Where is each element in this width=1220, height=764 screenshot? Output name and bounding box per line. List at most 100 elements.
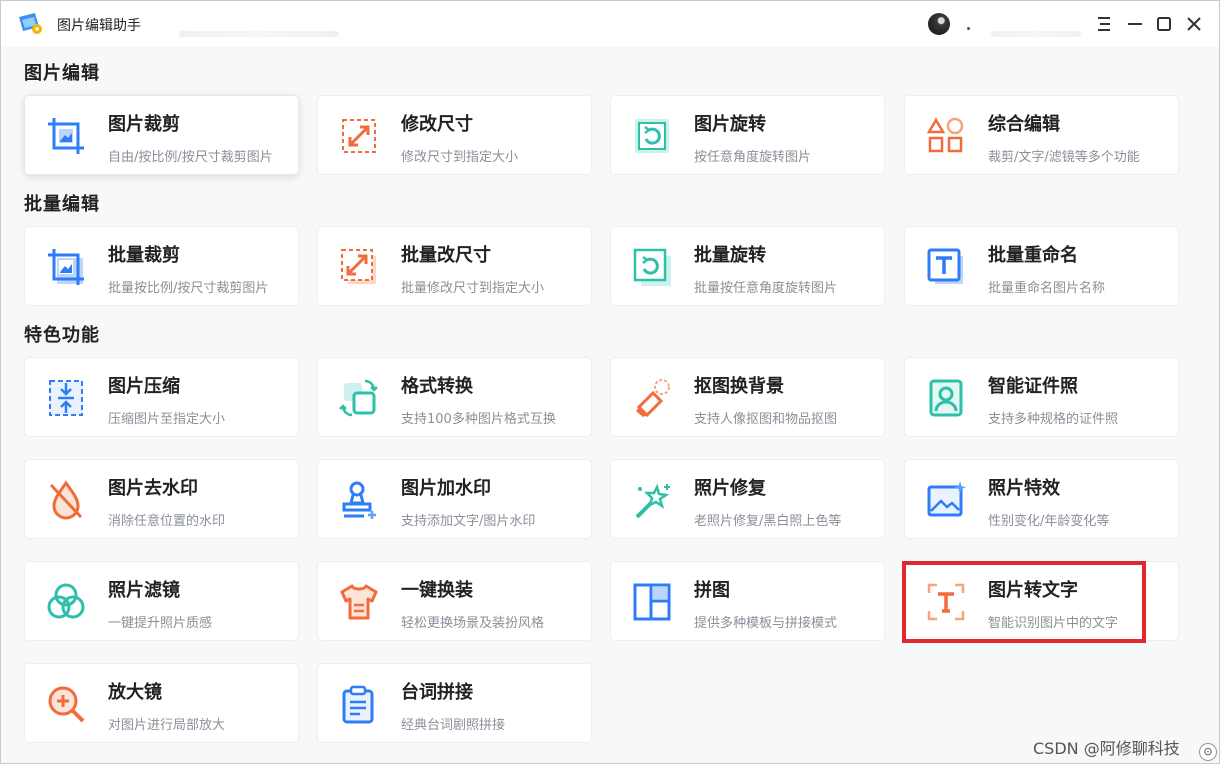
collage-layout-icon [631, 581, 673, 623]
card-desc: 批量修改尺寸到指定大小 [401, 281, 545, 296]
card-desc: 修改尺寸到指定大小 [401, 150, 519, 165]
filter-circles-icon [45, 581, 87, 623]
card-desc: 压缩图片至指定大小 [108, 412, 226, 427]
card-outfit[interactable]: 一键换装 轻松更换场景及装扮风格 [317, 561, 592, 641]
card-title: 图片旋转 [694, 114, 766, 135]
card-resize[interactable]: 修改尺寸 修改尺寸到指定大小 [317, 95, 592, 175]
card-subtitle[interactable]: 台词拼接 经典台词剧照拼接 [317, 663, 592, 743]
card-desc: 支持添加文字/图片水印 [401, 514, 536, 529]
card-crop[interactable]: 图片裁剪 自由/按比例/按尺寸裁剪图片 [24, 95, 299, 175]
card-compress[interactable]: 图片压缩 压缩图片至指定大小 [24, 357, 299, 437]
corner-info-icon: ⊙ [1199, 743, 1217, 761]
card-title: 抠图换背景 [694, 376, 784, 397]
card-title: 格式转换 [401, 376, 473, 397]
card-desc: 经典台词剧照拼接 [401, 718, 506, 733]
card-title: 照片修复 [694, 478, 766, 499]
shapes-icon [925, 115, 967, 157]
section-title-batch: 批量编辑 [24, 194, 100, 215]
card-desc: 批量按比例/按尺寸裁剪图片 [108, 281, 269, 296]
card-title: 拼图 [694, 580, 730, 601]
card-desc: 按任意角度旋转图片 [694, 150, 812, 165]
card-collage[interactable]: 拼图 提供多种模板与拼接模式 [610, 561, 885, 641]
card-title: 批量旋转 [694, 245, 766, 266]
card-desc: 轻松更换场景及装扮风格 [401, 616, 545, 631]
card-cutout[interactable]: 抠图换背景 支持人像抠图和物品抠图 [610, 357, 885, 437]
card-filter[interactable]: 照片滤镜 一键提升照片质感 [24, 561, 299, 641]
card-desc: 自由/按比例/按尺寸裁剪图片 [108, 150, 273, 165]
zoom-in-icon [45, 683, 87, 725]
blurred-text [179, 31, 339, 37]
text-box-icon [925, 246, 967, 288]
card-title: 图片转文字 [988, 580, 1078, 601]
resize-icon [338, 115, 380, 157]
card-title: 综合编辑 [988, 114, 1060, 135]
eraser-icon [631, 377, 673, 419]
card-title: 图片去水印 [108, 478, 198, 499]
card-magnifier[interactable]: 放大镜 对图片进行局部放大 [24, 663, 299, 743]
menu-icon[interactable] [1094, 14, 1114, 34]
close-icon[interactable] [1184, 14, 1204, 34]
card-convert[interactable]: 格式转换 支持100多种图片格式互换 [317, 357, 592, 437]
blurred-username [991, 31, 1081, 37]
card-title: 批量裁剪 [108, 245, 180, 266]
card-title: 图片裁剪 [108, 114, 180, 135]
app-window: 图片编辑助手 图片编辑 图片裁剪 自由/按比例/按尺寸裁剪图片 修改尺寸 修改尺… [0, 0, 1220, 764]
card-desc: 批量按任意角度旋转图片 [694, 281, 838, 296]
card-effects[interactable]: 照片特效 性别变化/年龄变化等 [904, 459, 1179, 539]
app-title: 图片编辑助手 [57, 18, 141, 34]
title-bar: 图片编辑助手 [1, 1, 1219, 47]
card-batch-rename[interactable]: 批量重命名 批量重命名图片名称 [904, 226, 1179, 306]
card-desc: 对图片进行局部放大 [108, 718, 226, 733]
card-title: 一键换装 [401, 580, 473, 601]
water-drop-off-icon [45, 479, 87, 521]
card-title: 批量改尺寸 [401, 245, 491, 266]
tshirt-icon [338, 581, 380, 623]
card-desc: 性别变化/年龄变化等 [988, 514, 1110, 529]
card-title: 照片特效 [988, 478, 1060, 499]
rotate-icon [631, 115, 673, 157]
watermark-text: CSDN @阿修聊科技 [1033, 739, 1180, 758]
batch-resize-icon [338, 246, 380, 288]
section-title-edit: 图片编辑 [24, 63, 100, 84]
card-title: 图片压缩 [108, 376, 180, 397]
text-scan-icon [925, 581, 967, 623]
card-batch-resize[interactable]: 批量改尺寸 批量修改尺寸到指定大小 [317, 226, 592, 306]
card-desc: 批量重命名图片名称 [988, 281, 1106, 296]
id-photo-icon [925, 377, 967, 419]
card-addwatermark[interactable]: 图片加水印 支持添加文字/图片水印 [317, 459, 592, 539]
convert-icon [338, 377, 380, 419]
card-repair[interactable]: 照片修复 老照片修复/黑白照上色等 [610, 459, 885, 539]
minimize-icon[interactable] [1125, 14, 1145, 34]
card-desc: 支持人像抠图和物品抠图 [694, 412, 838, 427]
card-desc: 裁剪/文字/滤镜等多个功能 [988, 150, 1140, 165]
card-idphoto[interactable]: 智能证件照 支持多种规格的证件照 [904, 357, 1179, 437]
stamp-icon [338, 479, 380, 521]
card-combo[interactable]: 综合编辑 裁剪/文字/滤镜等多个功能 [904, 95, 1179, 175]
batch-crop-icon [45, 246, 87, 288]
card-desc: 老照片修复/黑白照上色等 [694, 514, 842, 529]
card-batch-rotate[interactable]: 批量旋转 批量按任意角度旋转图片 [610, 226, 885, 306]
avatar[interactable] [928, 13, 950, 35]
card-desc: 消除任意位置的水印 [108, 514, 226, 529]
card-desc: 智能识别图片中的文字 [988, 616, 1119, 631]
card-desc: 支持100多种图片格式互换 [401, 412, 556, 427]
compress-icon [45, 377, 87, 419]
card-ocr[interactable]: 图片转文字 智能识别图片中的文字 [904, 561, 1179, 641]
app-logo-icon [17, 11, 43, 35]
card-title: 放大镜 [108, 682, 162, 703]
card-desc: 支持多种规格的证件照 [988, 412, 1119, 427]
card-title: 图片加水印 [401, 478, 491, 499]
magic-wand-icon [631, 479, 673, 521]
card-title: 修改尺寸 [401, 114, 473, 135]
maximize-icon[interactable] [1154, 14, 1174, 34]
card-desc: 提供多种模板与拼接模式 [694, 616, 838, 631]
card-desc: 一键提升照片质感 [108, 616, 213, 631]
card-title: 智能证件照 [988, 376, 1078, 397]
card-unwatermark[interactable]: 图片去水印 消除任意位置的水印 [24, 459, 299, 539]
card-title: 照片滤镜 [108, 580, 180, 601]
crop-icon [45, 115, 87, 157]
card-rotate[interactable]: 图片旋转 按任意角度旋转图片 [610, 95, 885, 175]
card-title: 批量重命名 [988, 245, 1078, 266]
card-batch-crop[interactable]: 批量裁剪 批量按比例/按尺寸裁剪图片 [24, 226, 299, 306]
separator-dot [967, 27, 970, 30]
